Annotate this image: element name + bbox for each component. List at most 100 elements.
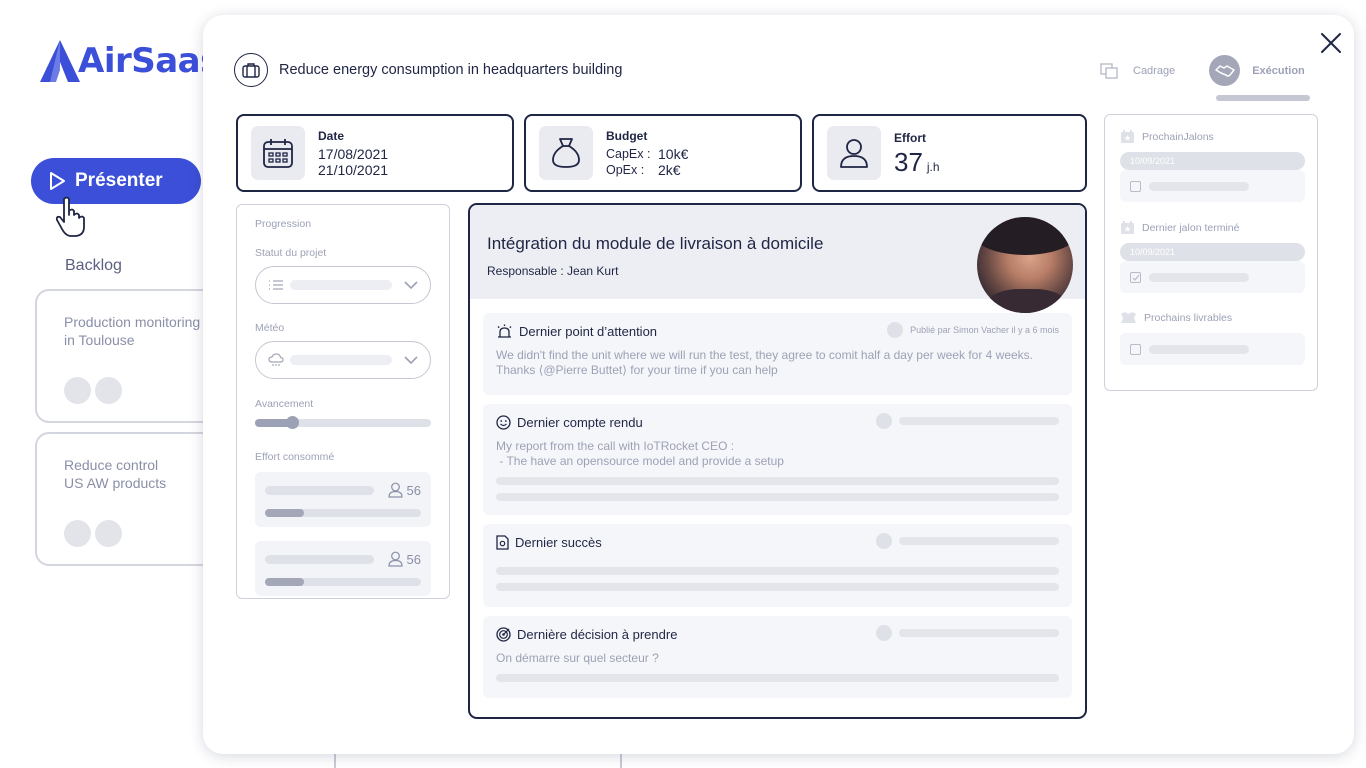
modal-header: Reduce energy consumption in headquarter… <box>234 53 622 87</box>
progress-panel: Progression Statut du projet Météo Avanc… <box>236 204 450 599</box>
handshake-icon <box>1209 55 1241 86</box>
avatar <box>64 377 91 404</box>
next-milestones-label: ProchainJalons <box>1142 130 1214 143</box>
date-label: Date <box>318 129 345 143</box>
effort-placeholder <box>265 554 374 564</box>
date-card: Date 17/08/2021 21/10/2021 <box>236 114 514 192</box>
effort-card: Effort 37 j.h <box>812 114 1087 192</box>
deliverable-placeholder <box>1149 344 1249 354</box>
person-icon <box>387 482 403 498</box>
effort-label: Effort <box>894 131 926 145</box>
calendar-star-icon <box>1121 221 1134 234</box>
effort-bar <box>265 578 421 586</box>
brand-name: AirSaas <box>78 41 220 81</box>
airsaas-logo[interactable]: AirSaas <box>38 38 220 84</box>
person-icon <box>387 551 403 567</box>
effort-row: 56 <box>255 472 431 527</box>
avatar <box>64 520 91 547</box>
attention-text-line1: We didn't find the unit where we will ru… <box>496 348 1034 362</box>
phase-cadrage-label: Cadrage <box>1133 64 1176 77</box>
phase-execution[interactable]: Exécution <box>1209 55 1305 86</box>
responsible-avatar <box>977 217 1073 313</box>
advancement-knob[interactable] <box>285 416 299 429</box>
status-label: Statut du projet <box>255 247 327 259</box>
workstream-panel: Intégration du module de livraison à dom… <box>468 203 1087 719</box>
effort-value: 37 <box>894 147 923 177</box>
milestone-checkbox-checked[interactable] <box>1130 271 1141 283</box>
report-title: Dernier compte rendu <box>517 415 643 430</box>
attention-text-line2: Thanks ⟨@Pierre Buttet⟩ for your time if… <box>496 363 778 377</box>
cloud-rain-icon <box>268 353 284 366</box>
trophy-doc-icon <box>496 535 509 550</box>
status-select[interactable] <box>255 266 431 304</box>
report-text-line1: My report from the call with IoTRocket C… <box>496 439 735 453</box>
present-label: Présenter <box>75 170 163 191</box>
milestone-checkbox[interactable] <box>1130 180 1141 192</box>
text-placeholder <box>496 583 1059 591</box>
chevron-down-icon <box>404 356 418 364</box>
decision-title: Dernière décision à prendre <box>517 627 678 642</box>
chevron-down-icon <box>404 281 418 289</box>
author-avatar <box>876 625 892 641</box>
attention-title: Dernier point d’attention <box>519 324 658 339</box>
frame-icon <box>1100 62 1118 79</box>
smiley-icon <box>496 415 511 430</box>
deliverable-item[interactable] <box>1120 333 1305 365</box>
progression-label: Progression <box>255 218 312 230</box>
effort-bar <box>265 509 421 517</box>
phase-execution-label: Exécution <box>1252 64 1305 77</box>
list-icon <box>269 280 283 290</box>
logo-a-icon <box>40 40 80 82</box>
text-placeholder <box>496 493 1059 501</box>
person-icon <box>827 126 881 180</box>
last-milestone-date: 10/09/2021 <box>1120 243 1305 261</box>
effort-row: 56 <box>255 541 431 596</box>
last-milestone-label: Dernier jalon terminé <box>1142 221 1240 234</box>
success-section[interactable]: Dernier succès <box>483 524 1072 607</box>
advancement-label: Avancement <box>255 398 314 410</box>
hand-cursor-icon <box>55 196 85 237</box>
report-section[interactable]: Dernier compte rendu My report from the … <box>483 404 1072 515</box>
author-avatar <box>887 322 904 338</box>
report-text-line2: - The have an opensource model and provi… <box>496 454 784 468</box>
status-placeholder <box>290 280 392 290</box>
effort-unit: j.h <box>926 160 940 174</box>
meta-placeholder <box>899 417 1059 425</box>
milestone-item[interactable] <box>1120 170 1305 202</box>
calendar-icon <box>251 126 305 180</box>
meteo-placeholder <box>290 355 392 365</box>
text-placeholder <box>496 567 1059 575</box>
effort-value: 56 <box>406 482 421 498</box>
alarm-icon <box>497 324 512 338</box>
meteo-select[interactable] <box>255 341 431 379</box>
capex-key: CapEx : <box>606 147 651 161</box>
calendar-star-icon <box>1121 130 1134 143</box>
decision-text: On démarre sur quel secteur ? <box>496 651 659 665</box>
phase-stepper: Cadrage Exécution <box>1100 55 1305 86</box>
money-bag-icon <box>539 126 593 180</box>
close-icon[interactable] <box>1319 31 1343 55</box>
milestone-placeholder <box>1149 181 1249 191</box>
milestone-item[interactable] <box>1120 261 1305 293</box>
milestone-placeholder <box>1149 272 1249 282</box>
deliverable-icon <box>1121 312 1136 323</box>
project-title: Reduce energy consumption in headquarter… <box>279 62 623 78</box>
budget-label: Budget <box>606 129 648 143</box>
advancement-slider[interactable] <box>255 416 431 429</box>
briefcase-icon <box>234 53 268 87</box>
author-avatar <box>876 533 892 549</box>
effort-bar-fill <box>265 578 304 586</box>
deliverable-checkbox[interactable] <box>1130 343 1141 355</box>
attention-section[interactable]: Dernier point d’attention Publié par Sim… <box>483 313 1072 395</box>
target-icon <box>496 627 511 642</box>
avatar <box>95 377 122 404</box>
capex-value: 10k€ <box>658 146 689 162</box>
milestones-panel: ProchainJalons 10/09/2021 Dernier jalon … <box>1104 114 1318 391</box>
opex-value: 2k€ <box>658 162 681 178</box>
effort-bar-fill <box>265 509 304 517</box>
next-milestone-date: 10/09/2021 <box>1120 152 1305 170</box>
decision-section[interactable]: Dernière décision à prendre On démarre s… <box>483 616 1072 698</box>
phase-cadrage[interactable]: Cadrage <box>1100 62 1176 79</box>
author-avatar <box>876 413 892 429</box>
success-title: Dernier succès <box>515 535 602 550</box>
